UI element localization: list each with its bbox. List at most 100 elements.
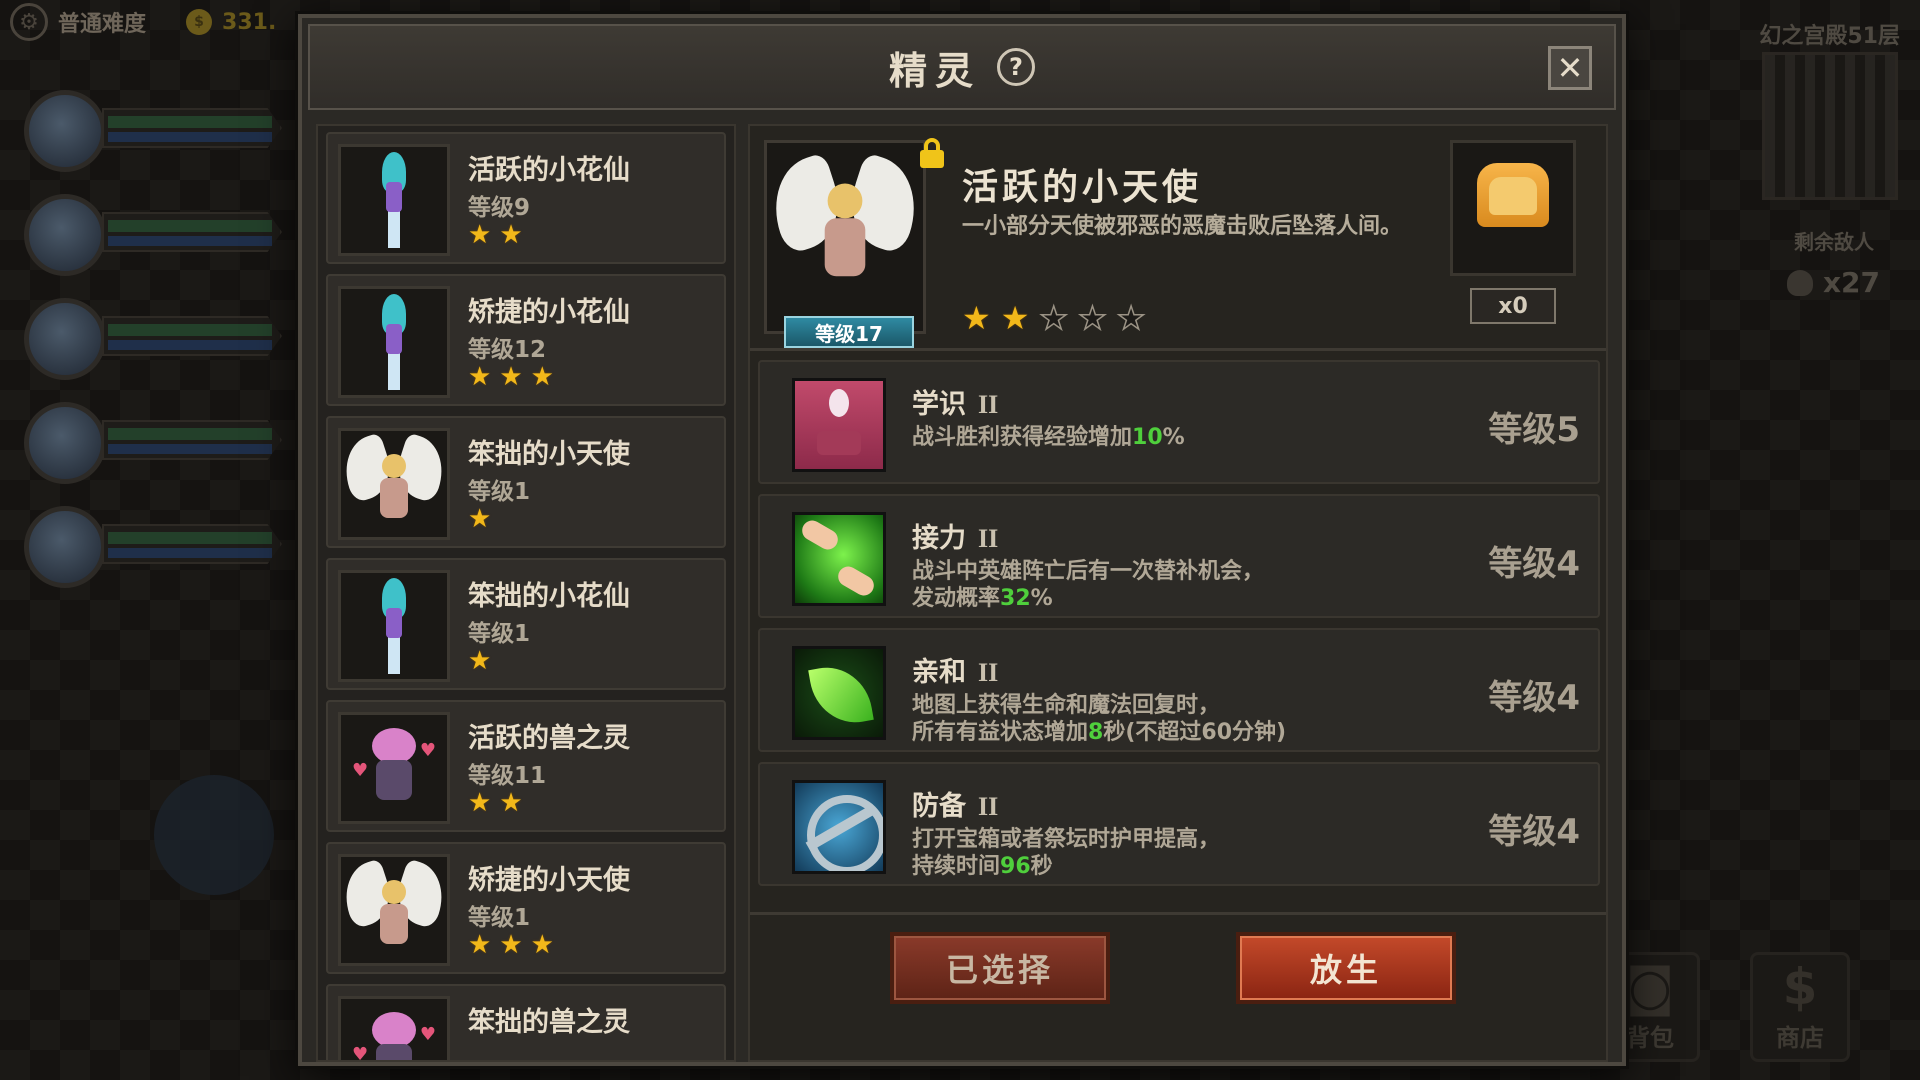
- minimap[interactable]: [1762, 52, 1898, 200]
- skill-description: 打开宝箱或者祭坛时护甲提高， 持续时间96秒: [912, 827, 1221, 879]
- skill-name: 防备 II: [912, 791, 999, 822]
- spirit-item-stars: ★ ★ ★: [468, 364, 554, 390]
- star-filled-icon: ★: [962, 299, 991, 337]
- virtual-joystick[interactable]: [154, 775, 274, 895]
- hero-avatar: [24, 194, 106, 276]
- hero-status-bars: [102, 212, 282, 252]
- selected-button[interactable]: 已选择: [890, 932, 1110, 1004]
- spirit-description: 一小部分天使被邪恶的恶魔击败后坠落人间。: [962, 214, 1403, 239]
- skill-level: 等级4: [1488, 678, 1580, 718]
- spirit-name: 活跃的小天使: [962, 167, 1203, 208]
- star-filled-icon: ★: [499, 930, 523, 960]
- hero-slot[interactable]: [14, 80, 284, 184]
- skill-row[interactable]: 亲和 II 地图上获得生命和魔法回复时， 所有有益状态增加8秒(不超过60分钟) 等…: [758, 628, 1600, 752]
- angel-sprite: [760, 152, 930, 300]
- spirit-thumbnail: ♥ ♥: [338, 996, 450, 1060]
- shield-icon: [792, 780, 886, 874]
- hero-status-bars: [102, 420, 282, 460]
- skill-level: 等级5: [1488, 410, 1580, 450]
- release-button[interactable]: 放生: [1236, 932, 1456, 1004]
- spirit-item-name: 笨拙的小花仙: [468, 581, 630, 612]
- spirit-list-item[interactable]: ♥ ♥ 活跃的兽之灵 等级11 ★ ★: [326, 700, 726, 832]
- spirit-list-item[interactable]: 笨拙的小花仙 等级1 ★: [326, 558, 726, 690]
- skill-row[interactable]: 防备 II 打开宝箱或者祭坛时护甲提高， 持续时间96秒 等级4: [758, 762, 1600, 886]
- help-icon[interactable]: ?: [997, 48, 1035, 86]
- spirit-thumbnail: [338, 144, 450, 256]
- skill-row[interactable]: 接力 II 战斗中英雄阵亡后有一次替补机会， 发动概率32% 等级4: [758, 494, 1600, 618]
- floor-label: 幻之宫殿51层: [1759, 24, 1900, 49]
- spirit-detail-panel: 等级17 活跃的小天使 一小部分天使被邪恶的恶魔击败后坠落人间。 ★ ★ ★ ★ ★ x…: [748, 124, 1608, 1062]
- hero-slot[interactable]: [14, 496, 284, 600]
- star-filled-icon: ★: [468, 362, 492, 392]
- spirit-list-item[interactable]: ♥ ♥ 笨拙的兽之灵: [326, 984, 726, 1060]
- star-filled-icon: ★: [468, 930, 492, 960]
- spirit-list-item[interactable]: 笨拙的小天使 等级1 ★: [326, 416, 726, 548]
- skill-value: 32: [1000, 586, 1031, 611]
- beast-sprite: ♥ ♥: [346, 720, 442, 816]
- hero-party-list: [14, 80, 284, 600]
- skill-rank: II: [978, 524, 999, 553]
- spirit-item-name: 矫捷的小花仙: [468, 297, 630, 328]
- spirit-item-level: 等级12: [468, 337, 547, 363]
- gold-coin-icon: $: [186, 9, 213, 35]
- skull-icon: [1786, 269, 1813, 296]
- spirit-item-stars: ★ ★: [468, 222, 523, 248]
- star-filled-icon: ★: [530, 362, 554, 392]
- skill-list: 学识 II 战斗胜利获得经验增加10% 等级5 接力 II 战斗中英雄阵亡后有一次替…: [758, 360, 1600, 896]
- bag-icon: ◙: [1625, 958, 1675, 1016]
- divider: [750, 912, 1606, 915]
- hero-slot[interactable]: [14, 184, 284, 288]
- fairy-sprite: [374, 294, 414, 390]
- lock-icon[interactable]: [920, 138, 944, 168]
- shop-button[interactable]: $ 商店: [1750, 952, 1850, 1062]
- skill-value: 10: [1132, 425, 1163, 450]
- dollar-icon: $: [1782, 958, 1818, 1016]
- hero-status-bars: [102, 108, 282, 148]
- spirit-list-item[interactable]: 矫捷的小花仙 等级12 ★ ★ ★: [326, 274, 726, 406]
- star-empty-icon: ★: [1039, 299, 1069, 337]
- hero-slot[interactable]: [14, 392, 284, 496]
- enemy-count-value: x27: [1822, 266, 1880, 299]
- spirit-item-name: 矫捷的小天使: [468, 865, 630, 896]
- spirit-thumbnail: [335, 428, 453, 540]
- spirit-item-level: 等级9: [468, 195, 531, 221]
- skill-name: 亲和 II: [912, 657, 999, 688]
- spirit-list-item[interactable]: 活跃的小花仙 等级9 ★ ★: [326, 132, 726, 264]
- remaining-enemies-label: 剩余敌人: [1794, 230, 1874, 254]
- spirit-list[interactable]: 活跃的小花仙 等级9 ★ ★ 矫捷的小花仙 等级12 ★ ★ ★ 笨拙的小天使 等级1…: [316, 124, 736, 1062]
- top-status-bar: ⚙ 普通难度 $ 331.: [0, 0, 300, 44]
- fairy-sprite: [374, 578, 414, 674]
- action-buttons: 已选择 放生: [750, 932, 1606, 1022]
- hands-icon: [792, 512, 886, 606]
- settings-gear-icon[interactable]: ⚙: [10, 3, 48, 41]
- star-filled-icon: ★: [468, 646, 492, 676]
- hero-status-bars: [102, 316, 282, 356]
- food-count: x0: [1470, 288, 1556, 324]
- skill-row[interactable]: 学识 II 战斗胜利获得经验增加10% 等级5: [758, 360, 1600, 484]
- star-empty-icon: ★: [1116, 299, 1146, 337]
- skill-rank: II: [978, 390, 999, 419]
- dialog-title: 精灵: [888, 48, 981, 93]
- star-filled-icon: ★: [499, 362, 523, 392]
- spirit-level-badge: 等级17: [784, 316, 914, 348]
- angel-sprite: [335, 432, 453, 534]
- beast-sprite: ♥ ♥: [346, 1004, 442, 1060]
- star-filled-icon: ★: [468, 504, 492, 534]
- spirit-item-level: 等级1: [468, 479, 531, 505]
- remaining-enemies-count: x27: [1786, 266, 1880, 299]
- spirit-list-item[interactable]: 矫捷的小天使 等级1 ★ ★ ★: [326, 842, 726, 974]
- leaf-icon: [792, 646, 886, 740]
- skill-name: 学识 II: [912, 389, 999, 420]
- spirit-item-stars: ★ ★ ★: [468, 932, 554, 958]
- skill-rank: II: [978, 792, 999, 821]
- star-filled-icon: ★: [499, 220, 523, 250]
- star-filled-icon: ★: [1000, 299, 1030, 337]
- bread-icon: [1477, 163, 1549, 227]
- spirit-thumbnail: [338, 286, 450, 398]
- skill-rank: II: [978, 658, 999, 687]
- spirit-thumbnail: [338, 570, 450, 682]
- angel-sprite: [335, 858, 453, 960]
- hero-slot[interactable]: [14, 288, 284, 392]
- food-slot[interactable]: [1450, 140, 1576, 276]
- close-button[interactable]: ✕: [1548, 46, 1592, 90]
